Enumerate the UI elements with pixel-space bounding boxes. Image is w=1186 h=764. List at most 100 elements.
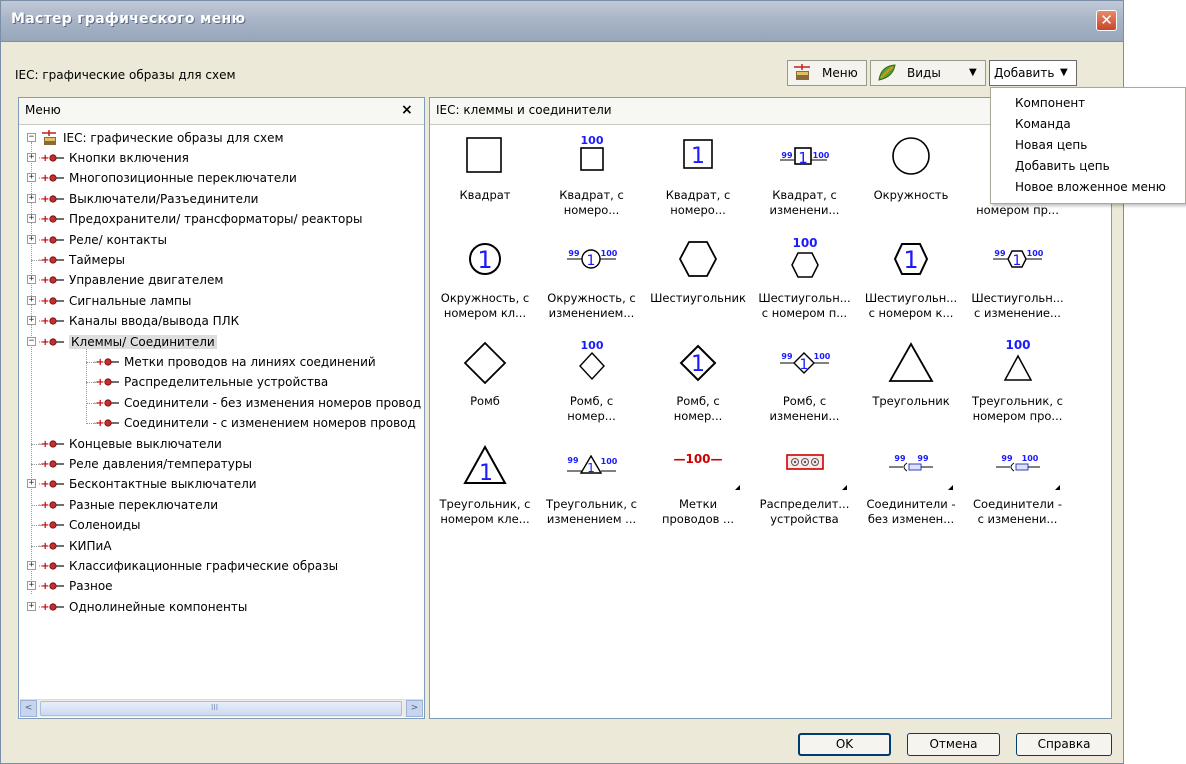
symbol-item[interactable]: 1 Окружность, с номером кл... [427, 229, 543, 329]
tree-item-label: Кнопки включения [69, 151, 189, 165]
menu-node-icon: + [39, 560, 67, 572]
tree-item-label: Концевые выключатели [69, 436, 222, 451]
diamond-icon [463, 341, 507, 385]
menu-node-icon: + [94, 417, 122, 429]
menu-node-icon: + [39, 540, 67, 552]
collapse-icon[interactable]: − [27, 133, 36, 142]
svg-text:100: 100 [580, 134, 603, 147]
menu-item-new-submenu[interactable]: Новое вложенное меню [1015, 180, 1166, 194]
symbol-caption: Ромб [427, 394, 543, 409]
expand-icon[interactable]: + [27, 193, 36, 203]
symbol-item[interactable]: 99 99 Соединители - без изменен... [853, 435, 969, 535]
menu-node-icon: + [94, 356, 122, 368]
menu-item-new-circuit[interactable]: Новая цепь [1015, 138, 1087, 152]
symbol-caption: Окружность, с изменением... [534, 291, 650, 321]
symbol-caption-line1: Ромб, с [569, 394, 614, 408]
symbol-caption-line2: с изменени... [977, 512, 1058, 526]
symbol-item[interactable]: Шестиугольник [640, 229, 756, 329]
symbol-caption: Квадрат, с номеро... [640, 188, 756, 218]
menu-toggle-button[interactable]: Меню [787, 60, 867, 86]
submenu-indicator-icon [841, 485, 847, 490]
expand-icon[interactable]: + [27, 581, 36, 591]
symbol-item[interactable]: Квадрат [427, 126, 543, 226]
symbol-caption-line2: номером кл... [443, 306, 527, 320]
svg-text:99: 99 [568, 249, 580, 258]
expand-icon[interactable]: + [27, 561, 36, 570]
menu-node-icon: + [39, 274, 67, 286]
diamond-change-icon: 99 1 100 [779, 352, 830, 374]
symbol-item[interactable]: —100— Метки проводов ... [640, 435, 756, 535]
svg-text:+: + [96, 377, 104, 388]
symbol-caption-line1: Треугольник, с [972, 394, 1063, 408]
svg-text:+: + [41, 316, 49, 327]
hexagon-number-icon: 100 [790, 236, 819, 278]
svg-text:+: + [41, 275, 49, 286]
tree-item-label: Соединители - без изменения номеров пров… [124, 395, 422, 410]
tree-item-label: Сигнальные лампы [69, 293, 192, 308]
distribution-icon [785, 454, 824, 470]
cancel-button[interactable]: Отмена [907, 733, 1000, 756]
help-button[interactable]: Справка [1016, 733, 1112, 756]
symbol-item[interactable]: Окружность [853, 126, 969, 226]
expand-icon[interactable]: + [27, 295, 36, 305]
collapse-icon[interactable]: − [27, 336, 36, 346]
menu-item-add-circuit[interactable]: Добавить цепь [1015, 159, 1110, 173]
expand-icon[interactable]: + [27, 234, 36, 244]
scroll-thumb[interactable]: III [40, 701, 402, 716]
symbol-item[interactable]: Треугольник [853, 332, 969, 432]
tree-item-label: Соленоиды [69, 518, 141, 533]
menu-tree-title: Меню [25, 103, 61, 117]
symbol-item[interactable]: 100 Треугольник, с номером про... [960, 332, 1076, 432]
symbol-caption-line2: изменени... [769, 203, 840, 217]
symbol-item[interactable]: Распределит... устройства [747, 435, 863, 535]
expand-icon[interactable]: + [27, 173, 36, 183]
menu-node-icon: + [39, 336, 67, 348]
svg-text:100: 100 [580, 339, 603, 352]
symbol-item[interactable]: 100 Шестиугольн... с номером п... [747, 229, 863, 329]
expand-icon[interactable]: + [27, 153, 36, 162]
symbol-caption-line2: изменени... [769, 409, 840, 423]
svg-text:—100—: —100— [673, 452, 722, 466]
expand-icon[interactable]: + [27, 479, 36, 489]
symbol-item[interactable]: Ромб [427, 332, 543, 432]
symbol-item[interactable]: 1 Шестиугольн... с номером к... [853, 229, 969, 329]
symbol-caption-line1: Шестиугольн... [971, 291, 1064, 305]
svg-text:+: + [96, 418, 104, 429]
svg-text:+: + [41, 561, 49, 572]
symbol-item[interactable]: 99 1 100 Ромб, с изменени... [747, 332, 863, 432]
ok-button[interactable]: OK [798, 733, 891, 756]
symbol-item[interactable]: 99 1 100 Окружность, с изменением... [534, 229, 650, 329]
title-bar[interactable]: Мастер графического меню ✕ [1, 1, 1123, 42]
views-dropdown-button[interactable]: Виды ▼ [870, 60, 986, 86]
symbol-item[interactable]: 1 Ромб, с номер... [640, 332, 756, 432]
symbol-item[interactable]: 1 Квадрат, с номеро... [640, 126, 756, 226]
scroll-right-icon[interactable]: > [406, 700, 423, 717]
scroll-left-icon[interactable]: < [20, 700, 37, 717]
expand-icon[interactable]: + [27, 214, 36, 224]
expand-icon[interactable]: + [27, 275, 36, 285]
symbol-caption-line1: Соединители - [973, 497, 1062, 511]
expand-icon[interactable]: + [27, 601, 36, 611]
symbol-item[interactable]: 100 Ромб, с номер... [534, 332, 650, 432]
tree-horizontal-scrollbar[interactable]: < III > [20, 699, 423, 717]
svg-text:100: 100 [792, 236, 817, 250]
symbol-caption-line2: устройства [770, 512, 839, 526]
symbol-item[interactable]: 1 Треугольник, с номером кле... [427, 435, 543, 535]
symbol-item[interactable]: 99 1 100 Квадрат, с изменени... [747, 126, 863, 226]
add-dropdown-button[interactable]: Добавить ▼ [989, 60, 1077, 86]
menu-node-icon: + [39, 234, 67, 246]
menu-node-icon: + [39, 172, 67, 184]
tree-item-label: Предохранители/ трансформаторы/ реакторы [69, 212, 363, 227]
close-icon[interactable]: × [401, 102, 413, 118]
symbol-item[interactable]: 99 100 Соединители -с изменени... [960, 435, 1076, 535]
triangle-terminal-icon: 1 [463, 444, 507, 486]
menu-item-command[interactable]: Команда [1015, 117, 1071, 131]
symbol-item[interactable]: 99 1 100 Шестиугольн... с изменение... [960, 229, 1076, 329]
svg-text:+: + [41, 459, 49, 470]
menu-item-component[interactable]: Компонент [1015, 96, 1085, 110]
close-icon[interactable]: ✕ [1096, 10, 1117, 31]
symbol-item[interactable]: 100 Квадрат, с номеро... [534, 126, 650, 226]
symbol-item[interactable]: 99 1 100 Треугольник, с изменением ... [534, 435, 650, 535]
expand-icon[interactable]: + [27, 316, 36, 326]
svg-text:1: 1 [477, 246, 492, 274]
